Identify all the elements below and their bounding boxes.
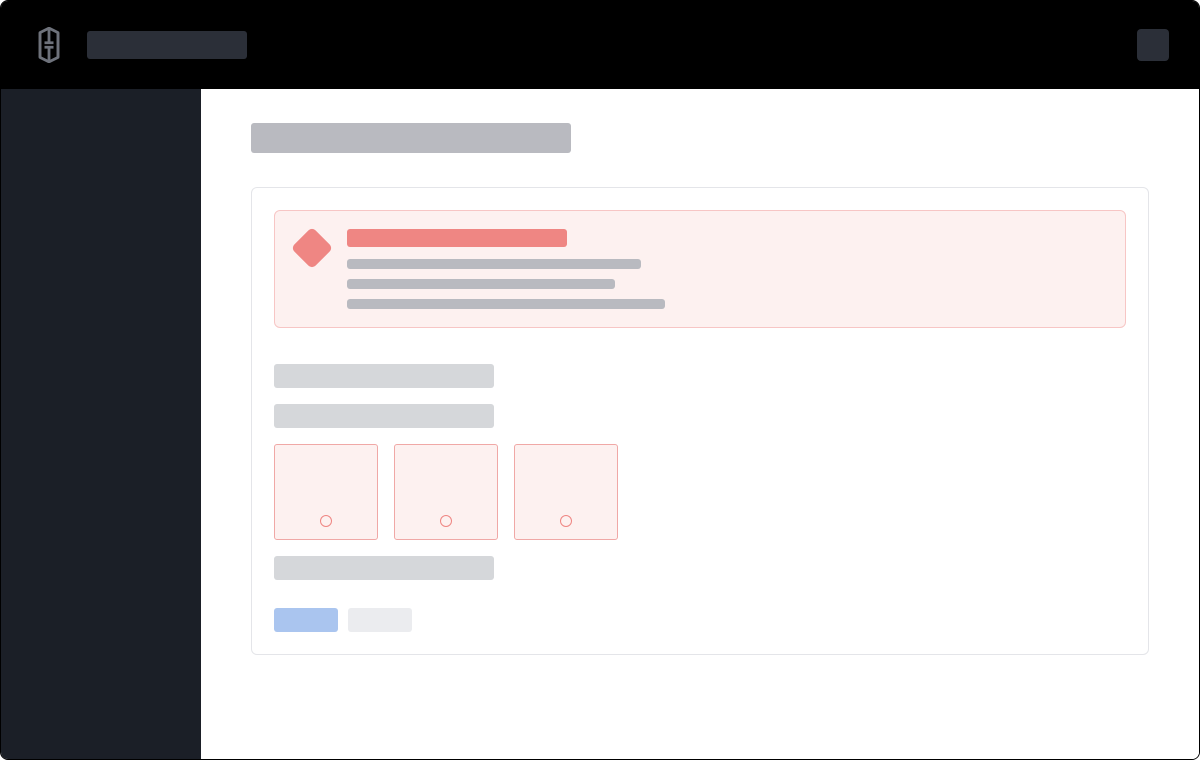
alert-body (347, 229, 1103, 309)
alert-line (347, 299, 665, 309)
alert-title (347, 229, 567, 247)
topbar-menu-button[interactable] (1137, 29, 1169, 61)
field-label-2 (274, 404, 494, 428)
radio-icon (560, 515, 572, 527)
topbar-left (31, 27, 247, 63)
app-frame (0, 0, 1200, 760)
radio-icon (440, 515, 452, 527)
radio-icon (320, 515, 332, 527)
page-title (251, 123, 571, 153)
brand-title (87, 31, 247, 59)
option-tile[interactable] (514, 444, 618, 540)
alert-line (347, 279, 615, 289)
form-actions (274, 608, 1126, 632)
form-card (251, 187, 1149, 655)
alert-line (347, 259, 641, 269)
secondary-button[interactable] (348, 608, 412, 632)
topbar (1, 1, 1199, 89)
option-tile[interactable] (394, 444, 498, 540)
field-label-3 (274, 556, 494, 580)
hashicorp-logo-icon (31, 27, 67, 63)
error-alert (274, 210, 1126, 328)
option-tile-row (274, 444, 1126, 540)
main-content (201, 89, 1199, 760)
option-tile[interactable] (274, 444, 378, 540)
main-wrap (1, 89, 1199, 760)
diamond-alert-icon (297, 233, 327, 263)
primary-button[interactable] (274, 608, 338, 632)
field-label-1 (274, 364, 494, 388)
sidebar (1, 89, 201, 760)
